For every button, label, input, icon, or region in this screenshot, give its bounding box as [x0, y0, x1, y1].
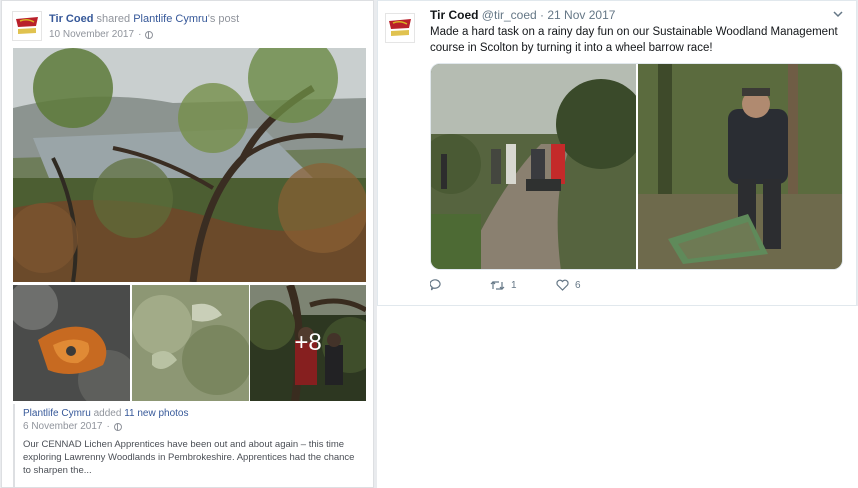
- tweet-media[interactable]: [430, 63, 843, 270]
- tweet-card: Tir Coed @tir_coed · 21 Nov 2017 Made a …: [377, 0, 857, 306]
- reply-icon: [430, 279, 441, 291]
- tir-coed-logo-icon: [16, 17, 38, 34]
- page-name-link[interactable]: Tir Coed: [49, 13, 93, 25]
- facebook-post-card: Tir Coed shared Plantlife Cymru's post 1…: [1, 0, 374, 488]
- heart-icon: [556, 279, 569, 291]
- chevron-down-icon[interactable]: [832, 8, 844, 20]
- tweet-photo-man-wheelbarrow[interactable]: [638, 64, 842, 269]
- tweet-handle[interactable]: @tir_coed: [482, 8, 537, 22]
- shared-from-link[interactable]: Plantlife Cymru: [133, 13, 208, 25]
- tweet-photo-group-wheelbarrow[interactable]: [431, 64, 646, 269]
- original-post-body: Our CENNAD Lichen Apprentices have been …: [23, 439, 355, 476]
- photo-thumb-people-in-woods[interactable]: +8: [250, 285, 366, 401]
- more-photos-overlay[interactable]: +8: [250, 285, 366, 401]
- retweet-button[interactable]: 1: [490, 280, 556, 291]
- like-button[interactable]: 6: [556, 279, 581, 291]
- like-count: 6: [575, 279, 581, 291]
- tweet-separator: ·: [540, 8, 545, 22]
- globe-icon: [145, 30, 154, 39]
- facebook-post-header: Tir Coed shared Plantlife Cymru's post 1…: [12, 11, 239, 43]
- post-date[interactable]: 10 November 2017: [49, 28, 134, 41]
- photo-thumb-green-lichen[interactable]: [132, 285, 249, 401]
- original-action-text: added: [93, 408, 122, 419]
- tweet-author-name[interactable]: Tir Coed: [430, 8, 478, 22]
- tir-coed-avatar[interactable]: [12, 11, 42, 41]
- globe-icon: [113, 422, 122, 431]
- tweet-avatar[interactable]: [385, 13, 415, 43]
- tweet-date[interactable]: 21 Nov 2017: [547, 8, 615, 22]
- post-attribution: Tir Coed shared Plantlife Cymru's post: [49, 12, 239, 26]
- tir-coed-logo-icon: [389, 19, 411, 36]
- reply-button[interactable]: [430, 279, 490, 291]
- tweet-actions: 1 6: [430, 279, 581, 291]
- photo-thumb-orange-lichen[interactable]: [13, 285, 130, 401]
- main-photo-forest[interactable]: [13, 48, 366, 282]
- page: Tir Coed shared Plantlife Cymru's post 1…: [0, 0, 858, 488]
- original-post-date[interactable]: 6 November 2017: [23, 421, 103, 432]
- new-photos-link[interactable]: 11 new photos: [124, 408, 188, 419]
- more-photos-count: +8: [294, 329, 322, 356]
- empty-area: [377, 306, 858, 488]
- tweet-text: Made a hard task on a rainy day fun on o…: [430, 26, 838, 54]
- retweet-icon: [490, 280, 505, 290]
- tweet-header: Tir Coed @tir_coed · 21 Nov 2017: [430, 7, 615, 23]
- shared-original-post: Plantlife Cymru added 11 new photos 6 No…: [13, 404, 366, 488]
- shared-suffix: 's post: [207, 13, 240, 25]
- action-text: shared: [96, 13, 131, 25]
- retweet-count: 1: [511, 279, 517, 291]
- original-author-link[interactable]: Plantlife Cymru: [23, 408, 91, 419]
